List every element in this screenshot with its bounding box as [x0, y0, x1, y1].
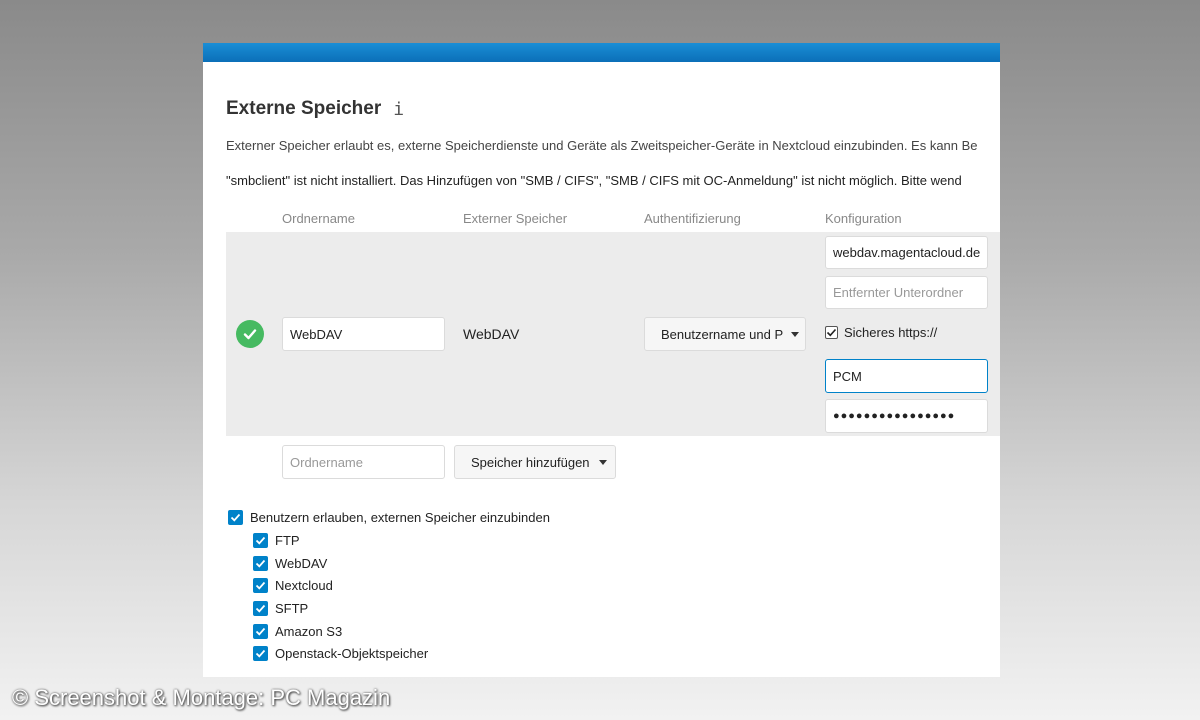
section-description: Externer Speicher erlaubt es, externe Sp… [226, 138, 978, 153]
backend-ftp-checkbox[interactable] [253, 533, 268, 548]
config-host-input[interactable]: webdav.magentacloud.de [825, 236, 988, 269]
header-bar [203, 43, 1000, 62]
allow-users-checkbox[interactable] [228, 510, 243, 525]
auth-select-value: Benutzername und P [661, 326, 784, 342]
header-folder-name: Ordnername [282, 211, 355, 226]
settings-window: Externe Speicher i Externer Speicher erl… [203, 43, 1000, 677]
backend-webdav-checkbox[interactable] [253, 556, 268, 571]
config-user-input[interactable]: PCM [825, 359, 988, 393]
add-storage-label: Speicher hinzufügen [471, 454, 590, 470]
chevron-down-icon [791, 331, 800, 337]
mount-backend-label: WebDAV [463, 326, 520, 342]
backend-sftp-label: SFTP [275, 601, 309, 616]
secure-https-checkbox[interactable] [825, 326, 838, 339]
section-title-row: Externe Speicher i [226, 98, 404, 120]
config-subfolder-input[interactable]: Entfernter Unterordner [825, 276, 988, 309]
status-ok-icon [236, 320, 264, 348]
section-title: Externe Speicher [226, 98, 382, 119]
add-storage-select[interactable]: Speicher hinzufügen [454, 445, 616, 479]
secure-https-label: Sicheres https:// [844, 325, 938, 340]
backend-ftp-label: FTP [275, 533, 300, 548]
chevron-down-icon [599, 459, 607, 465]
header-external-storage: Externer Speicher [463, 211, 568, 226]
backend-nextcloud-label: Nextcloud [275, 578, 333, 593]
header-authentication: Authentifizierung [644, 211, 741, 226]
allow-users-label: Benutzern erlauben, externen Speicher ei… [250, 510, 550, 525]
mount-folder-name-input[interactable]: WebDAV [282, 317, 445, 351]
copyright-watermark: © Screenshot & Montage: PC Magazin [12, 685, 391, 710]
backend-sftp-checkbox[interactable] [253, 601, 268, 616]
backend-openstack-label: Openstack-Objektspeicher [275, 646, 429, 661]
config-password-input[interactable]: ●●●●●●●●●●●●●●●● [825, 399, 988, 433]
backend-amazon-s3-label: Amazon S3 [275, 624, 343, 639]
smbclient-warning: "smbclient" ist nicht installiert. Das H… [226, 173, 962, 188]
backend-nextcloud-checkbox[interactable] [253, 578, 268, 593]
auth-select[interactable]: Benutzername und P [644, 317, 806, 351]
new-folder-name-input[interactable]: Ordnername [282, 445, 445, 479]
backend-amazon-s3-checkbox[interactable] [253, 624, 268, 639]
backend-webdav-label: WebDAV [275, 556, 328, 571]
backend-openstack-checkbox[interactable] [253, 646, 268, 661]
header-configuration: Konfiguration [825, 211, 902, 226]
info-icon[interactable]: i [393, 99, 404, 120]
